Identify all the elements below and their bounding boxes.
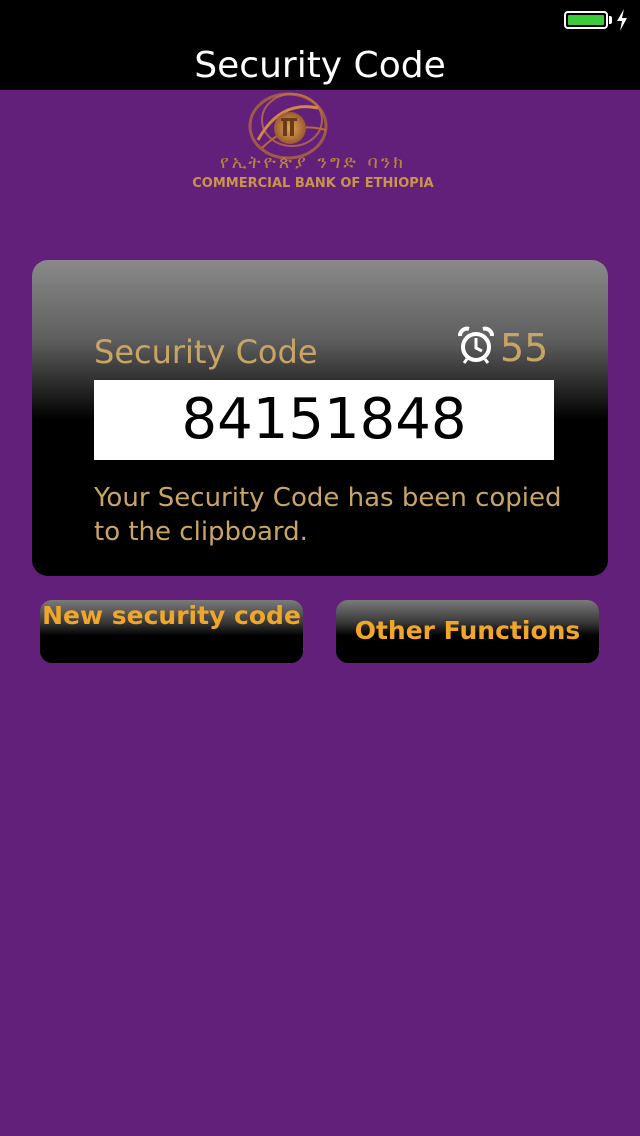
other-functions-label: Other Functions (354, 616, 581, 645)
security-code-value[interactable]: 84151848 (94, 387, 554, 452)
logo-amharic-text: የኢትዮጵያ ንግድ ባንክ (219, 152, 407, 173)
battery-fill (568, 15, 604, 25)
countdown-timer: 55 (500, 326, 549, 370)
bolt-icon (617, 9, 627, 31)
other-functions-button[interactable]: Other Functions (336, 600, 599, 663)
new-security-code-label: New security code (42, 601, 301, 630)
page-title: Security Code (194, 45, 446, 86)
status-time: 08:49 (281, 7, 359, 35)
battery-tip (609, 16, 612, 24)
battery-icon (564, 11, 608, 29)
alarm-clock-icon (458, 326, 494, 364)
new-security-code-button[interactable]: New security code (40, 600, 303, 663)
security-code-label: Security Code (94, 333, 318, 371)
logo-english-text: COMMERCIAL BANK OF ETHIOPIA (192, 176, 434, 191)
clipboard-message: Your Security Code has been copied to th… (94, 483, 562, 547)
